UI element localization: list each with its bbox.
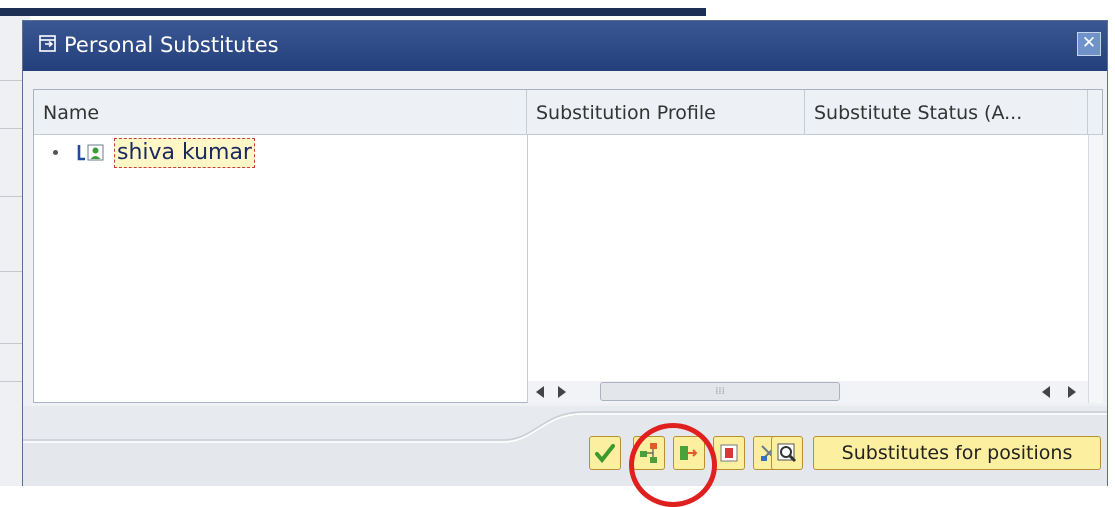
delete-substitute-icon bbox=[720, 444, 738, 462]
substitutes-tree-table: Name Substitution Profile Substitute Sta… bbox=[33, 89, 1103, 403]
scroll-right-arrow-icon[interactable] bbox=[558, 386, 566, 398]
find-icon bbox=[777, 443, 797, 463]
close-button[interactable]: ✕ bbox=[1077, 32, 1101, 56]
background-app-bar bbox=[0, 8, 706, 16]
tree-bullet-icon bbox=[53, 150, 58, 155]
substitutes-for-positions-button[interactable]: Substitutes for positions bbox=[813, 436, 1101, 470]
scroll-left-arrow-icon[interactable] bbox=[1042, 386, 1050, 398]
horizontal-scrollbar[interactable]: ⁞⁞⁞ bbox=[528, 381, 1088, 403]
scroll-left-arrow-icon[interactable] bbox=[536, 386, 544, 398]
check-button[interactable] bbox=[589, 436, 621, 470]
dialog-titlebar[interactable]: Personal Substitutes ✕ bbox=[23, 21, 1107, 71]
dialog-window-icon bbox=[39, 35, 56, 52]
column-header-substitution-profile[interactable]: Substitution Profile bbox=[527, 90, 805, 134]
check-icon bbox=[595, 444, 615, 464]
highlight-circle-annotation bbox=[629, 423, 717, 507]
dialog-title: Personal Substitutes bbox=[64, 33, 279, 57]
substitute-name-label[interactable]: shiva kumar bbox=[114, 138, 255, 168]
column-divider bbox=[527, 135, 528, 403]
vertical-scrollbar-track[interactable] bbox=[1088, 135, 1103, 403]
column-header-substitute-status[interactable]: Substitute Status (A... bbox=[805, 90, 1088, 134]
tree-node-row[interactable]: shiva kumar bbox=[34, 136, 334, 172]
user-node-icon bbox=[77, 144, 104, 161]
table-header: Name Substitution Profile Substitute Sta… bbox=[34, 90, 1102, 135]
scroll-right-arrow-icon[interactable] bbox=[1068, 386, 1076, 398]
scroll-thumb[interactable]: ⁞⁞⁞ bbox=[600, 382, 840, 401]
delete-substitute-button[interactable] bbox=[713, 436, 745, 470]
column-header-name[interactable]: Name bbox=[34, 90, 527, 134]
personal-substitutes-dialog: Personal Substitutes ✕ Name Substitution… bbox=[22, 20, 1108, 507]
find-button[interactable] bbox=[771, 436, 803, 470]
